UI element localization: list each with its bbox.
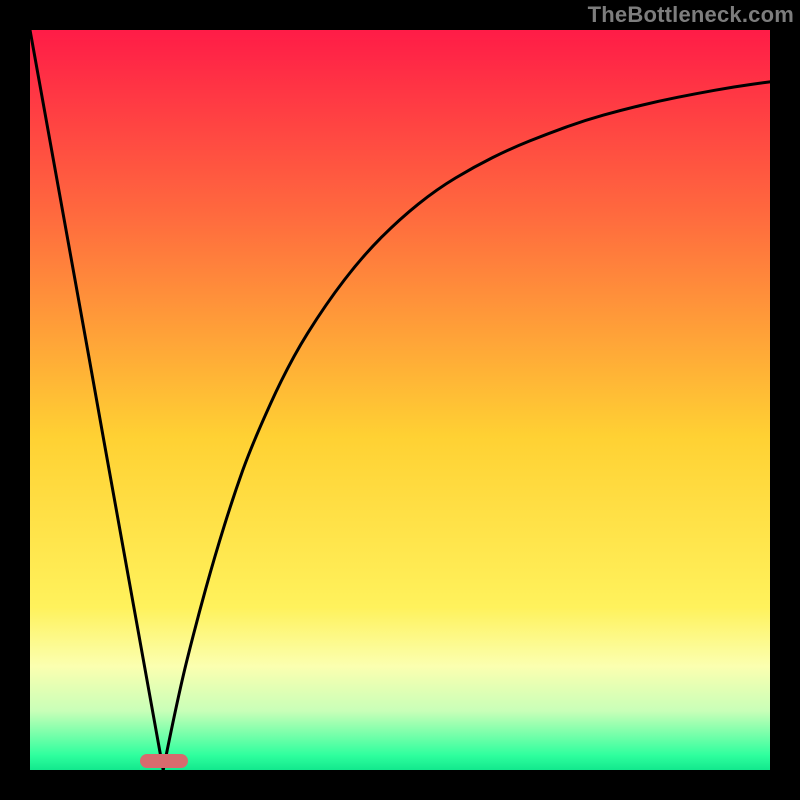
watermark-label: TheBottleneck.com	[588, 2, 794, 28]
optimal-marker	[140, 754, 188, 768]
chart-frame: TheBottleneck.com	[0, 0, 800, 800]
curve-left-branch	[30, 30, 163, 770]
plot-area	[30, 30, 770, 770]
bottleneck-curve	[30, 30, 770, 770]
curve-right-branch	[163, 82, 770, 770]
